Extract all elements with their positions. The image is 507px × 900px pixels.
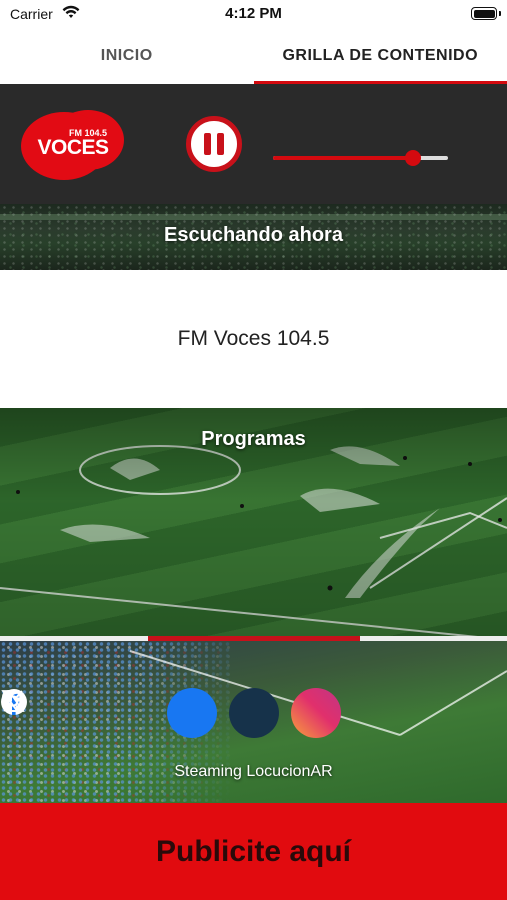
facebook-button[interactable] (1, 688, 217, 738)
x-button[interactable] (1, 688, 279, 738)
programs-carousel[interactable]: Programas (0, 408, 507, 640)
tab-bar: INICIO GRILLA DE CONTENIDO (0, 28, 507, 84)
listening-title: Escuchando ahora (164, 224, 343, 246)
listening-banner: Escuchando ahora (0, 204, 507, 270)
pause-button[interactable] (186, 116, 242, 172)
instagram-button[interactable] (2, 688, 341, 738)
radio-player: FM 104.5 VOCES (0, 84, 507, 204)
voces-logo: FM 104.5 VOCES (21, 110, 124, 180)
programs-title: Programas (201, 428, 306, 450)
volume-slider[interactable] (273, 150, 448, 166)
battery-tip (499, 11, 501, 16)
tab-grilla-de-contenido[interactable]: GRILLA DE CONTENIDO (253, 28, 507, 84)
clock: 4:12 PM (225, 5, 282, 22)
instagram-icon (2, 690, 24, 712)
volume-slider-fill (273, 156, 413, 160)
status-bar: Carrier 4:12 PM (0, 0, 507, 28)
stadium-ad-board (0, 214, 507, 220)
battery-icon (471, 7, 497, 20)
logo-text: VOCES (37, 136, 109, 159)
volume-slider-thumb[interactable] (405, 150, 421, 166)
pause-bar-right (217, 133, 224, 155)
pause-bar-left (204, 133, 211, 155)
social-links (0, 688, 507, 738)
now-playing-station: FM Voces 104.5 (0, 270, 507, 408)
streaming-credit: Steaming LocucionAR (174, 763, 333, 780)
tab-inicio[interactable]: INICIO (0, 28, 254, 84)
advertise-banner[interactable]: Publicite aquí (0, 803, 507, 900)
social-section: Steaming LocucionAR (0, 641, 507, 803)
